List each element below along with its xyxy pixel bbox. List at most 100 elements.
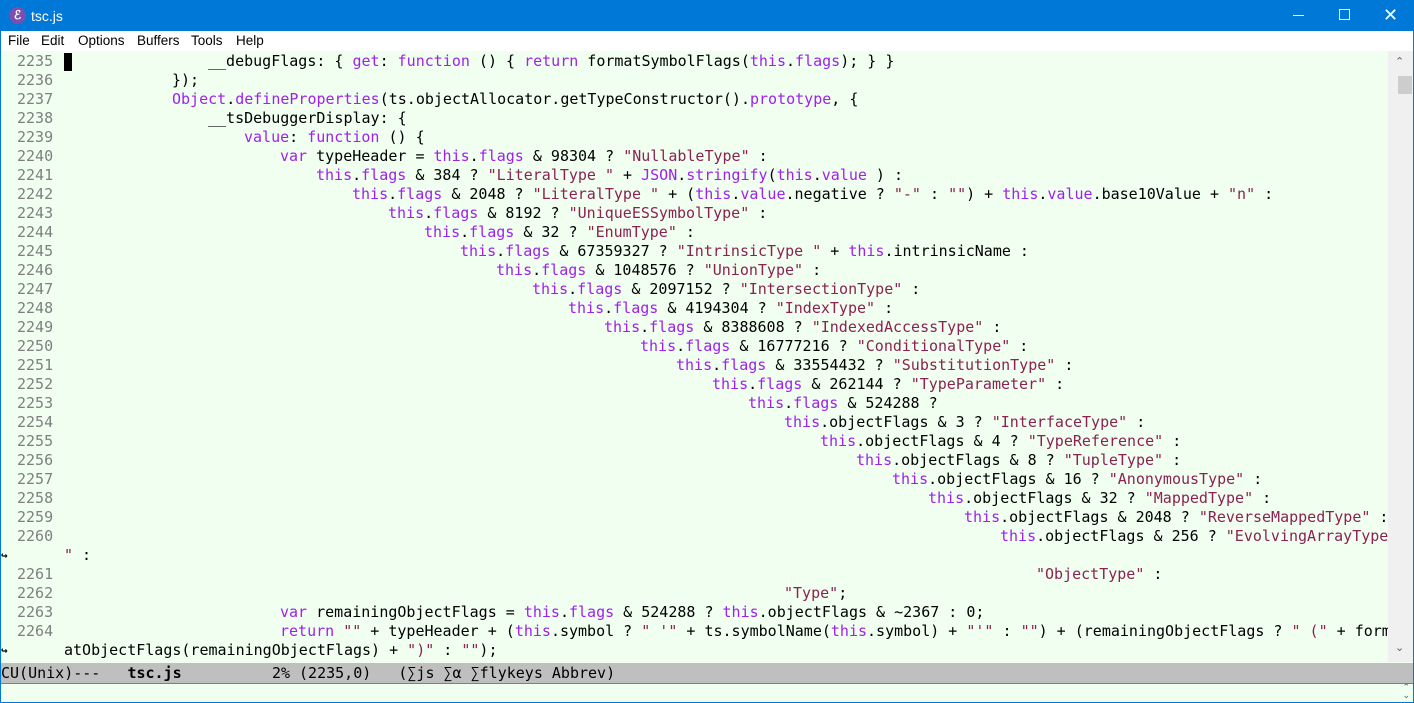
scroll-down-icon[interactable]: ⌄	[1395, 641, 1404, 654]
code-string: ")"	[407, 641, 435, 659]
code-token: .negative ?	[785, 185, 894, 203]
code-token: .	[226, 90, 236, 108]
line-number: 2238	[17, 109, 54, 127]
emacs-icon: ℰ	[9, 7, 26, 24]
code-keyword: this	[316, 166, 353, 184]
code-keyword: this	[856, 451, 893, 469]
code-token: });	[172, 71, 200, 89]
code-text: this.flags & 2048 ? "LiteralType " + (th…	[352, 185, 1273, 204]
code-keyword: this	[523, 603, 560, 621]
vertical-scrollbar[interactable]: ⌃ ⌄	[1388, 51, 1413, 662]
line-number: 2259	[17, 508, 54, 526]
menu-buffers[interactable]: Buffers	[137, 33, 180, 48]
code-token: :	[993, 622, 1021, 640]
code-string: "TypeParameter"	[910, 375, 1047, 393]
code-editor[interactable]: 2235 __debugFlags: { get: function () { r…	[1, 51, 1388, 662]
code-string: "-"	[893, 185, 921, 203]
code-text: this.flags & 67359327 ? "IntrinsicType "…	[460, 242, 1029, 261]
line-number: 2235	[17, 52, 54, 70]
code-keyword: var	[280, 147, 308, 165]
code-keyword: value	[244, 128, 290, 146]
code-token: .objectFlags & 32 ?	[964, 489, 1145, 507]
code-token: .objectFlags & 3 ?	[820, 413, 992, 431]
code-string: "LiteralType "	[487, 166, 615, 184]
code-token: :	[983, 318, 1002, 336]
code-keyword: return	[280, 622, 335, 640]
code-keyword: prototype	[749, 90, 832, 108]
code-text: " :	[64, 546, 91, 565]
code-text: "ObjectType" :	[1036, 565, 1162, 584]
code-token: & 32 ?	[514, 223, 587, 241]
code-token: + ts.symbolName(	[677, 622, 831, 640]
code-string: "n"	[1228, 185, 1256, 203]
code-keyword: return	[524, 52, 579, 70]
code-text: "Type";	[784, 584, 847, 603]
code-keyword: this	[433, 147, 470, 165]
code-keyword: flags	[685, 337, 731, 355]
code-keyword: flags	[613, 299, 659, 317]
code-string: "ObjectType"	[1036, 565, 1145, 583]
line-number: 2260	[17, 527, 54, 545]
code-string: "Type"	[784, 584, 839, 602]
code-string: ""	[343, 622, 362, 640]
code-string: "LiteralType "	[532, 185, 660, 203]
minimize-button[interactable]	[1275, 0, 1321, 31]
line-number: 2249	[17, 318, 54, 336]
code-token: & 67359327 ?	[550, 242, 677, 260]
code-keyword: flags	[569, 603, 615, 621]
code-token: .	[460, 223, 470, 241]
mode-list[interactable]: (∑js ∑α ∑flykeys Abbrev)	[398, 664, 615, 682]
code-token: .objectFlags & 256 ?	[1036, 527, 1226, 545]
buffer-name[interactable]: tsc.js	[127, 664, 181, 682]
scroll-up-icon[interactable]: ⌃	[1395, 55, 1404, 68]
code-keyword: this	[532, 280, 569, 298]
code-text: value: function () {	[244, 128, 425, 147]
code-token: :	[920, 185, 949, 203]
code-token: .	[784, 394, 794, 412]
buffer-position: 2% (2235,0)	[271, 664, 372, 682]
code-token: .	[748, 375, 758, 393]
menu-file[interactable]: File	[8, 33, 30, 48]
menu-edit[interactable]: Edit	[41, 33, 64, 48]
code-token: () {	[379, 128, 425, 146]
close-button[interactable]: ✕	[1367, 0, 1413, 31]
code-token: :	[434, 641, 462, 659]
code-token: :	[1127, 413, 1146, 431]
code-string: "	[64, 546, 74, 564]
code-token: & 1048576 ?	[586, 261, 704, 279]
code-keyword: this	[568, 299, 605, 317]
code-keyword: JSON	[641, 166, 678, 184]
wrap-continuation-icon: ↪	[1, 549, 8, 562]
code-text: this.objectFlags & 2048 ? "ReverseMapped…	[964, 508, 1388, 527]
code-token: .	[677, 166, 687, 184]
code-keyword: function	[307, 128, 380, 146]
minibuffer[interactable]: ⌃ ⌄	[1, 684, 1413, 702]
code-keyword: get	[352, 52, 380, 70]
minibuffer-scroll-arrows[interactable]: ⌃ ⌄	[1402, 684, 1410, 701]
menu-options[interactable]: Options	[78, 33, 125, 48]
maximize-button[interactable]	[1321, 0, 1367, 31]
code-token: .	[786, 52, 796, 70]
title-bar[interactable]: ℰ tsc.js ✕	[1, 0, 1413, 31]
code-token: .base10Value +	[1092, 185, 1229, 203]
code-token: :	[289, 128, 308, 146]
menu-tools[interactable]: Tools	[191, 33, 223, 48]
code-token: .symbol) +	[867, 622, 967, 640]
scrollbar-thumb[interactable]	[1398, 76, 1412, 94]
code-string: "InterfaceType"	[991, 413, 1128, 431]
code-token: .	[532, 261, 542, 279]
line-number: 2257	[17, 470, 54, 488]
code-token: :	[1144, 565, 1163, 583]
line-number: 2245	[17, 242, 54, 260]
code-token: :	[803, 261, 822, 279]
code-keyword: this	[964, 508, 1001, 526]
code-text: this.objectFlags & 4 ? "TypeReference" :	[820, 432, 1181, 451]
code-token: , {	[831, 90, 859, 108]
code-keyword: value	[821, 166, 867, 184]
code-string: "NullableType"	[623, 147, 750, 165]
code-keyword: this	[748, 394, 785, 412]
code-string: "EvolvingArrayType	[1225, 527, 1388, 545]
code-text: var remainingObjectFlags = this.flags & …	[280, 603, 984, 622]
code-keyword: this	[496, 261, 533, 279]
menu-help[interactable]: Help	[236, 33, 264, 48]
